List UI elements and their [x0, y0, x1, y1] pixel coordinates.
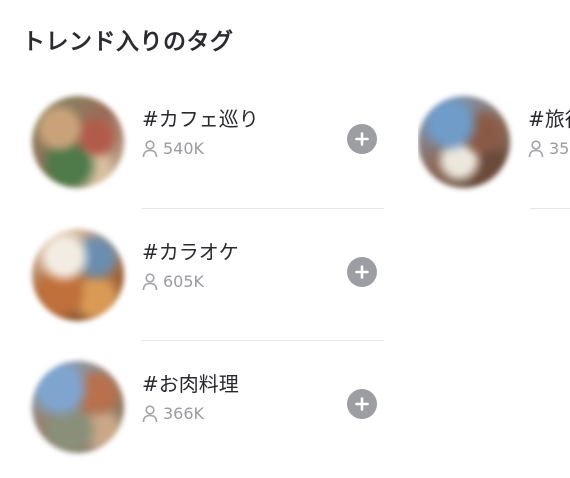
tag-thumbnail[interactable] — [418, 96, 510, 188]
follower-count-text: 605K — [163, 272, 205, 291]
tag-row-karaoke[interactable]: #カラオケ 605K — [32, 217, 392, 327]
plus-icon — [355, 132, 369, 146]
plus-icon — [355, 397, 369, 411]
divider — [530, 208, 570, 209]
plus-icon — [355, 265, 369, 279]
tag-follower-count: 540K — [142, 139, 204, 158]
user-icon — [142, 139, 158, 157]
tag-name[interactable]: #旅行 — [528, 103, 570, 132]
add-tag-button[interactable] — [347, 124, 377, 154]
tag-follower-count: 366K — [142, 404, 204, 423]
user-icon — [142, 272, 158, 290]
tag-name[interactable]: #カラオケ — [142, 236, 239, 265]
tag-thumbnail[interactable] — [32, 361, 124, 453]
follower-count-text: 540K — [163, 139, 205, 158]
user-icon — [142, 404, 158, 422]
tag-row-travel[interactable]: #旅行 35 — [418, 84, 570, 194]
tag-thumbnail[interactable] — [32, 96, 124, 188]
tag-follower-count: 35 — [528, 139, 569, 158]
tag-row-meat-dishes[interactable]: #お肉料理 366K — [32, 349, 392, 459]
tag-row-cafe[interactable]: #カフェ巡り 540K — [32, 84, 392, 194]
tag-thumbnail[interactable] — [32, 229, 124, 321]
section-title: トレンド入りのタグ — [22, 29, 234, 55]
tag-follower-count: 605K — [142, 272, 204, 291]
follower-count-text: 35 — [549, 139, 570, 158]
tag-name[interactable]: #お肉料理 — [142, 368, 239, 397]
tag-name[interactable]: #カフェ巡り — [142, 103, 259, 132]
user-icon — [528, 139, 544, 157]
divider — [142, 340, 384, 341]
add-tag-button[interactable] — [347, 389, 377, 419]
divider — [142, 208, 384, 209]
follower-count-text: 366K — [163, 404, 205, 423]
add-tag-button[interactable] — [347, 257, 377, 287]
